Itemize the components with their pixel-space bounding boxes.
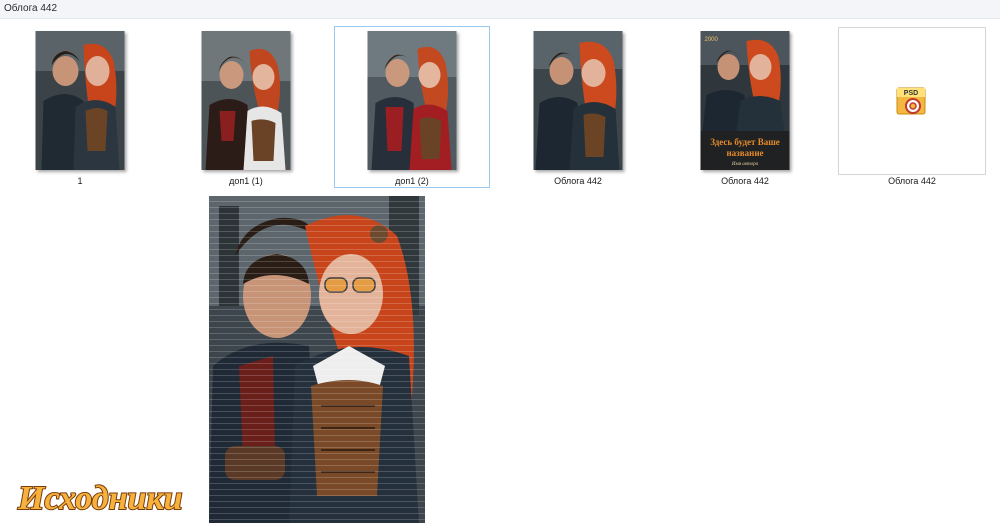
psd-file-icon: PSD bbox=[896, 87, 926, 115]
file-tile-4[interactable]: Облога 442 bbox=[500, 26, 656, 188]
cover-line-2: название bbox=[726, 148, 763, 158]
psd-badge-text: PSD bbox=[904, 90, 918, 97]
file-tile-1[interactable]: 1 bbox=[2, 26, 158, 188]
file-label-6: Облога 442 bbox=[888, 176, 936, 186]
file-label-5: Облога 442 bbox=[721, 176, 769, 186]
thumbnail-1 bbox=[35, 31, 125, 170]
thumbnail-3 bbox=[367, 31, 457, 170]
cover-corner-text: 2000 bbox=[705, 37, 719, 43]
file-tile-6[interactable]: PSD Облога 442 bbox=[834, 26, 990, 188]
file-label-4: Облога 442 bbox=[554, 176, 602, 186]
title-bar: Облога 442 bbox=[0, 0, 1000, 19]
thumbnail-5: 2000 Здесь будет Ваше название Имя автор… bbox=[700, 31, 790, 170]
psd-thumbnail: PSD bbox=[838, 27, 986, 175]
file-label-1: 1 bbox=[77, 176, 83, 186]
thumbnail-4 bbox=[533, 31, 623, 170]
watermark-text: Исходники bbox=[17, 480, 183, 517]
cover-line-1: Здесь будет Ваше bbox=[710, 137, 780, 147]
large-image-preview bbox=[209, 196, 425, 523]
watermark-logo: Исходники bbox=[16, 473, 236, 521]
file-browser-window: Облога 442 1 доп1 (1) доп1 (2) Облога 44… bbox=[0, 0, 1000, 523]
thumbnail-2 bbox=[201, 31, 291, 170]
file-tile-3[interactable]: доп1 (2) bbox=[334, 26, 490, 188]
window-title: Облога 442 bbox=[4, 3, 58, 14]
cover-line-3: Имя автора bbox=[731, 162, 759, 167]
file-tile-5[interactable]: 2000 Здесь будет Ваше название Имя автор… bbox=[667, 26, 823, 188]
file-label-2: доп1 (1) bbox=[229, 176, 263, 186]
file-label-3: доп1 (2) bbox=[395, 176, 429, 186]
file-tile-2[interactable]: доп1 (1) bbox=[168, 26, 324, 188]
